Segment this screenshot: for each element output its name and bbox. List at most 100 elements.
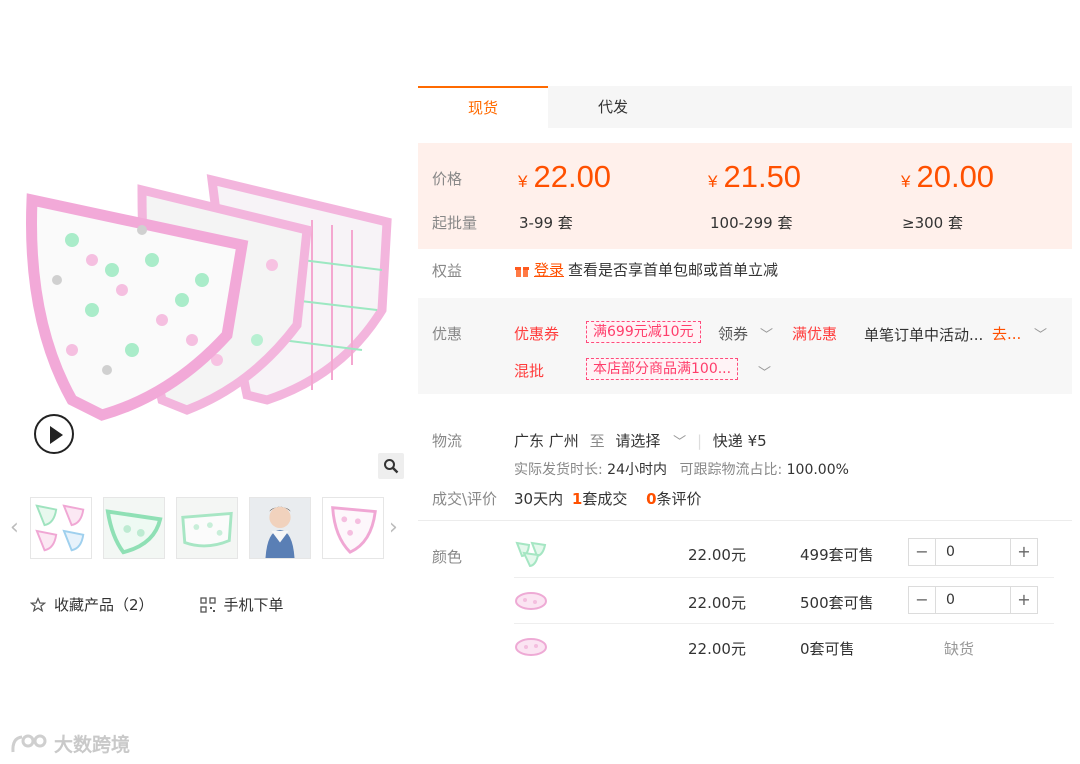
full-discount-text: 单笔订单中活动... xyxy=(864,326,984,344)
mobile-order-button[interactable]: 手机下单 xyxy=(199,594,284,615)
thumbnail-bib-pink-image xyxy=(331,506,377,554)
watermark-text: 大数跨境 xyxy=(54,734,131,756)
watermark-logo-icon xyxy=(11,734,47,752)
variant-stock: 0套可售 xyxy=(800,640,855,658)
variant-price: 22.00元 xyxy=(688,546,746,564)
deals-label: 成交\评价 xyxy=(432,490,498,508)
tier-1-price: ¥22.00 xyxy=(518,159,612,194)
thumbnail-baby-image xyxy=(250,498,310,558)
qr-code-icon xyxy=(199,596,216,613)
rights-text: 查看是否享首单包邮或首单立减 xyxy=(568,261,779,279)
divider xyxy=(418,520,1072,521)
tier-2-price: ¥21.50 xyxy=(708,159,802,194)
tier-3-price: ¥20.00 xyxy=(901,159,995,194)
shipping-stats: 实际发货时长: 24小时内 可跟踪物流占比: 100.00% xyxy=(514,459,849,479)
ship-to-select[interactable]: 请选择 xyxy=(615,432,660,450)
thumbnail-2[interactable] xyxy=(103,497,165,559)
decrement-button[interactable]: − xyxy=(909,539,935,565)
chevron-down-icon[interactable]: ﹀ xyxy=(673,435,686,450)
tracking-label: 可跟踪物流占比: xyxy=(679,462,783,478)
variant-stock: 500套可售 xyxy=(800,594,874,612)
increment-button[interactable]: + xyxy=(1011,539,1037,565)
watermark: 大数跨境 xyxy=(10,730,130,757)
product-main-image[interactable] xyxy=(12,160,402,440)
chevron-down-icon[interactable]: ﹀ xyxy=(1034,324,1047,343)
tier-3-qty: ≥300 套 xyxy=(902,214,963,232)
magnifier-icon xyxy=(384,459,399,474)
favorite-label: 收藏产品（2） xyxy=(54,596,154,614)
sold-unit[interactable]: 套成交 xyxy=(582,490,627,508)
mobile-order-label: 手机下单 xyxy=(223,596,284,614)
mixed-batch-tag[interactable]: 本店部分商品满100... xyxy=(586,358,739,380)
sold-count: 1 xyxy=(571,490,583,508)
deals-period: 30天内 xyxy=(514,490,564,508)
product-actions: 收藏产品（2） 手机下单 xyxy=(30,594,284,615)
variant-row: 22.00元 499套可售 − 0 + xyxy=(514,530,1054,576)
thumbnail-5[interactable] xyxy=(322,497,384,559)
tier-1-qty: 3-99 套 xyxy=(519,214,573,232)
thumbnail-strip xyxy=(30,497,384,559)
rights-row: 登录 查看是否享首单包邮或首单立减 xyxy=(514,259,778,280)
quantity-stepper: − 0 + xyxy=(908,586,1038,614)
get-coupon-button[interactable]: 领券 xyxy=(718,323,748,344)
ship-from: 广东 广州 xyxy=(514,432,579,450)
variant-price: 22.00元 xyxy=(688,594,746,612)
coupon-tag[interactable]: 满699元减10元 xyxy=(586,321,701,343)
variant-stock: 499套可售 xyxy=(800,546,874,564)
price-tiers: 价格 起批量 ¥22.00 3-99 套 ¥21.50 100-299 套 ¥2… xyxy=(418,143,1072,249)
increment-button[interactable]: + xyxy=(1011,587,1037,613)
variant-row: 22.00元 500套可售 − 0 + xyxy=(514,578,1054,624)
rights-label: 权益 xyxy=(432,262,463,280)
color-label: 颜色 xyxy=(432,548,463,566)
full-discount-label: 满优惠 xyxy=(792,325,838,343)
tier-2-qty: 100-299 套 xyxy=(710,214,793,232)
logistics-label: 物流 xyxy=(432,432,463,450)
ship-time-label: 实际发货时长: xyxy=(514,462,603,478)
chevron-down-icon[interactable]: ﹀ xyxy=(758,362,771,381)
tab-dropship[interactable]: 代发 xyxy=(548,86,678,128)
tracking-value: 100.00% xyxy=(786,462,849,478)
logistics-row: 广东 广州 至 请选择 ﹀ | 快递 ¥5 xyxy=(514,430,767,451)
thumbnail-3[interactable] xyxy=(176,497,238,559)
zoom-button[interactable] xyxy=(378,453,404,479)
min-order-label: 起批量 xyxy=(432,214,478,232)
variant-swatch-pink-b[interactable] xyxy=(514,633,548,661)
favorite-product-button[interactable]: 收藏产品（2） xyxy=(30,594,154,615)
variant-swatch-pink-a[interactable] xyxy=(514,587,548,615)
ship-time-value: 24小时内 xyxy=(607,462,667,478)
promotions-box: 优惠 优惠券 满699元减10元 领券 ﹀ 满优惠 单笔订单中活动... 去..… xyxy=(418,298,1072,394)
tab-in-stock[interactable]: 现货 xyxy=(418,86,548,128)
price-label: 价格 xyxy=(432,170,463,188)
review-count: 0 xyxy=(646,490,657,508)
gift-icon xyxy=(515,266,529,277)
thumbnail-bib-green-image xyxy=(104,498,164,558)
thumbnails-next-arrow[interactable]: › xyxy=(389,515,398,540)
quantity-input[interactable]: 0 xyxy=(935,587,1011,613)
thumbnail-1[interactable] xyxy=(30,497,92,559)
mixed-batch-label: 混批 xyxy=(514,362,545,380)
full-discount-more-link[interactable]: 去... xyxy=(992,323,1021,344)
separator: | xyxy=(696,432,703,450)
variant-price: 22.00元 xyxy=(688,640,746,658)
out-of-stock-label: 缺货 xyxy=(944,640,975,658)
deals-row: 30天内 1套成交 0条评价 xyxy=(514,488,702,509)
review-unit[interactable]: 条评价 xyxy=(657,490,702,508)
variant-row: 22.00元 0套可售 缺货 xyxy=(514,624,1054,670)
chevron-down-icon: ﹀ xyxy=(760,328,774,343)
express-fee: 快递 ¥5 xyxy=(712,432,767,450)
star-icon xyxy=(30,596,46,612)
thumbnail-bib-folded-image xyxy=(177,498,237,558)
stock-type-tabs: 现货 代发 xyxy=(418,86,1072,128)
login-link[interactable]: 登录 xyxy=(534,259,564,280)
quantity-stepper: − 0 + xyxy=(908,538,1038,566)
promo-label: 优惠 xyxy=(432,325,463,343)
decrement-button[interactable]: − xyxy=(909,587,935,613)
thumbnail-bibs-grid-image xyxy=(35,504,85,552)
variant-swatch-green[interactable] xyxy=(514,539,548,567)
play-video-button[interactable] xyxy=(34,414,74,454)
thumbnail-4[interactable] xyxy=(249,497,311,559)
ship-to-word: 至 xyxy=(589,432,605,450)
thumbnails-prev-arrow[interactable]: ‹ xyxy=(10,515,19,540)
coupon-label: 优惠券 xyxy=(514,325,560,343)
quantity-input[interactable]: 0 xyxy=(935,539,1011,565)
